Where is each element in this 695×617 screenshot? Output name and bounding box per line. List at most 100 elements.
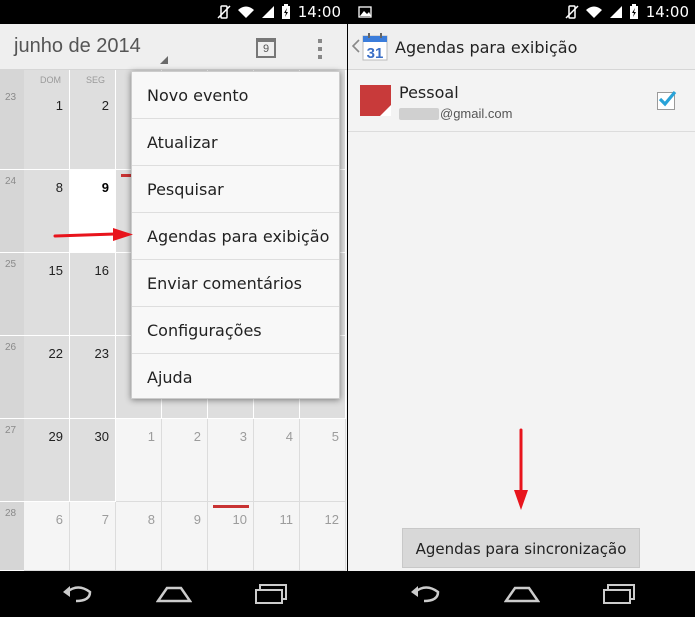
recent-apps-nav-icon[interactable] <box>254 583 288 605</box>
weekday-header: DOM <box>40 75 61 85</box>
calendar-account: @gmail.com <box>399 106 512 121</box>
day-number: 2 <box>101 98 109 113</box>
navigation-bar <box>348 571 695 617</box>
redacted-username <box>399 107 439 120</box>
day-number: 23 <box>94 346 109 361</box>
go-to-today-button[interactable]: 9 <box>256 38 276 58</box>
week-number: 26 <box>5 342 17 353</box>
swatch-corner <box>380 105 391 116</box>
day-number: 8 <box>147 512 155 527</box>
calendar-app-icon[interactable]: 31 <box>362 33 388 61</box>
day-cell[interactable]: 2 <box>162 419 208 502</box>
week-number: 27 <box>5 425 17 436</box>
day-number: 12 <box>324 512 339 527</box>
vibrate-off-icon <box>217 5 231 19</box>
week-number: 24 <box>5 176 17 187</box>
menu-item-settings[interactable]: Configurações <box>132 307 339 354</box>
day-number: 16 <box>94 263 109 278</box>
day-cell[interactable]: 2 <box>70 70 116 170</box>
day-number: 2 <box>193 429 201 444</box>
menu-item-search[interactable]: Pesquisar <box>132 166 339 213</box>
day-number: 7 <box>101 512 109 527</box>
calendar-visible-checkbox[interactable] <box>657 90 677 110</box>
event-indicator[interactable] <box>213 505 249 508</box>
day-number: 1 <box>55 98 63 113</box>
home-nav-icon[interactable] <box>504 583 540 605</box>
dot <box>318 47 322 51</box>
day-cell[interactable]: 3 <box>208 419 254 502</box>
day-cell[interactable]: 30 <box>70 419 116 502</box>
day-cell[interactable]: 7 <box>70 502 116 571</box>
recent-apps-nav-icon[interactable] <box>602 583 636 605</box>
screenshot-root: 14:00 junho de 2014 9 231234567248910111… <box>0 0 695 617</box>
day-number: 6 <box>55 512 63 527</box>
day-cell[interactable]: 8 <box>116 502 162 571</box>
day-number: 22 <box>48 346 63 361</box>
image-notification-icon <box>358 6 372 18</box>
day-cell[interactable]: 11 <box>254 502 300 571</box>
back-chevron-icon[interactable] <box>352 39 360 53</box>
status-time: 14:00 <box>297 3 341 21</box>
day-cell[interactable]: 6 <box>24 502 70 571</box>
calendar-icon-day: 31 <box>367 45 384 61</box>
signal-icon <box>262 6 274 18</box>
day-cell[interactable]: 15 <box>24 253 70 336</box>
day-cell[interactable]: 16 <box>70 253 116 336</box>
signal-icon <box>610 6 622 18</box>
calendars-action-bar: 31 Agendas para exibição <box>348 24 695 70</box>
month-dropdown-icon <box>160 56 168 64</box>
menu-item-send-feedback[interactable]: Enviar comentários <box>132 260 339 307</box>
day-cell[interactable]: 1 <box>116 419 162 502</box>
day-cell[interactable]: 29 <box>24 419 70 502</box>
calendars-to-sync-button[interactable]: Agendas para sincronização <box>402 528 640 568</box>
status-bar: 14:00 <box>348 0 695 24</box>
overflow-menu-button[interactable] <box>313 37 327 61</box>
checkmark-icon <box>658 90 677 107</box>
dot <box>318 55 322 59</box>
back-nav-icon[interactable] <box>62 583 94 605</box>
menu-item-refresh[interactable]: Atualizar <box>132 119 339 166</box>
day-number: 3 <box>239 429 247 444</box>
week-number: 25 <box>5 259 17 270</box>
battery-icon <box>282 4 290 19</box>
day-number: 29 <box>48 429 63 444</box>
day-number: 8 <box>55 180 63 195</box>
week-number-cell <box>0 70 24 170</box>
month-selector[interactable]: junho de 2014 <box>14 35 141 58</box>
home-nav-icon[interactable] <box>156 583 192 605</box>
navigation-bar <box>0 571 347 617</box>
wifi-icon <box>238 6 254 18</box>
battery-icon <box>630 4 638 19</box>
dot <box>318 39 322 43</box>
day-cell[interactable]: 22 <box>24 336 70 419</box>
calendar-month-screen: 14:00 junho de 2014 9 231234567248910111… <box>0 0 347 617</box>
day-number: 9 <box>193 512 201 527</box>
calendar-list-item[interactable]: Pessoal @gmail.com <box>348 70 695 132</box>
day-number: 1 <box>147 429 155 444</box>
menu-item-help[interactable]: Ajuda <box>132 354 339 401</box>
status-time: 14:00 <box>645 3 689 21</box>
day-cell[interactable]: 10 <box>208 502 254 571</box>
day-cell[interactable]: 12 <box>300 502 346 571</box>
day-number: 5 <box>331 429 339 444</box>
menu-item-new-event[interactable]: Novo evento <box>132 72 339 119</box>
day-cell[interactable]: 23 <box>70 336 116 419</box>
day-number: 15 <box>48 263 63 278</box>
menu-item-calendars-to-display[interactable]: Agendas para exibição <box>132 213 339 260</box>
back-nav-icon[interactable] <box>410 583 442 605</box>
vibrate-off-icon <box>565 5 579 19</box>
screen-title: Agendas para exibição <box>395 38 578 57</box>
annotation-arrow-right-icon <box>53 228 133 241</box>
calendars-to-display-screen: 14:00 31 Agendas para exibição Pessoal @… <box>348 0 695 617</box>
day-number: 9 <box>101 180 109 195</box>
wifi-icon <box>586 6 602 18</box>
day-cell[interactable]: 9 <box>162 502 208 571</box>
status-bar: 14:00 <box>0 0 347 24</box>
day-cell[interactable]: 4 <box>254 419 300 502</box>
day-cell[interactable]: 1 <box>24 70 70 170</box>
weekday-header: SEG <box>86 75 106 85</box>
day-number: 30 <box>94 429 109 444</box>
week-number: 23 <box>5 92 17 103</box>
annotation-arrow-down-icon <box>514 428 528 510</box>
day-cell[interactable]: 5 <box>300 419 346 502</box>
